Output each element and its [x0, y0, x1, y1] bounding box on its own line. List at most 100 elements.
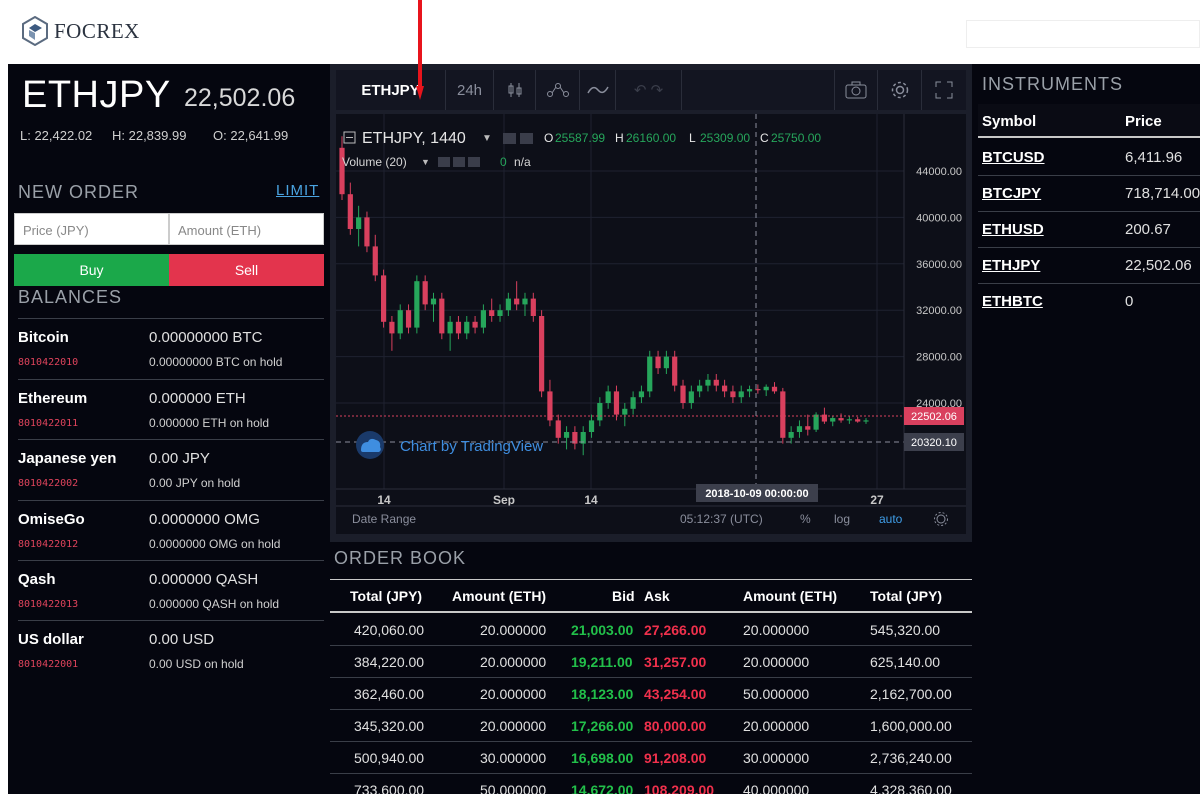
- ob-amount-bid: 50.000000: [480, 782, 547, 794]
- utc-clock: 05:12:37 (UTC): [680, 512, 763, 526]
- pair-title: ETHJPY: [22, 74, 171, 116]
- candle-body: [380, 275, 387, 322]
- legend-h-label: H: [615, 131, 624, 145]
- instrument-symbol[interactable]: ETHUSD: [982, 221, 1044, 238]
- instrument-row[interactable]: BTCJPY 718,714.00: [978, 176, 1200, 212]
- candles-icon[interactable]: [494, 70, 536, 110]
- order-book-row[interactable]: 420,060.00 20.000000 21,003.00 27,266.00 20.…: [330, 614, 972, 646]
- candle-body: [730, 391, 736, 398]
- brand-logo[interactable]: FOCREX: [22, 16, 140, 46]
- ob-ask-price: 91,208.00: [644, 750, 707, 766]
- volume-label[interactable]: Volume (20): [342, 155, 407, 169]
- balance-amount: 0.00000000 BTC: [149, 329, 263, 346]
- ob-amount-ask: 40.000000: [743, 782, 810, 794]
- order-book-row[interactable]: 733,600.00 50.000000 14,672.00 108,209.00 40…: [330, 774, 972, 794]
- candle-body: [539, 316, 545, 392]
- candle-body: [622, 408, 628, 415]
- candle-body: [455, 321, 462, 334]
- sell-button[interactable]: Sell: [169, 254, 324, 286]
- instrument-row[interactable]: BTCUSD 6,411.96: [978, 140, 1200, 176]
- candle: [439, 292, 445, 340]
- chart-canvas[interactable]: 44000.00 40000.00 36000.00 32000.00 28000.00…: [336, 114, 966, 534]
- indicators-icon[interactable]: [536, 70, 580, 110]
- symbol-selector[interactable]: ETHJPY: [336, 70, 446, 110]
- candle: [539, 310, 545, 398]
- instrument-row[interactable]: ETHJPY 22,502.06: [978, 248, 1200, 284]
- order-book-row[interactable]: 345,320.00 20.000000 17,266.00 80,000.00 20.…: [330, 710, 972, 742]
- candle-body: [780, 391, 786, 438]
- gear-icon[interactable]: [878, 70, 922, 110]
- ob-amount-bid: 20.000000: [480, 622, 547, 638]
- candle: [414, 275, 420, 334]
- legend-eye-icon[interactable]: [503, 133, 516, 144]
- instruments-panel: INSTRUMENTS Symbol Price BTCUSD 6,411.96…: [972, 64, 1200, 794]
- balance-name: Ethereum: [18, 390, 88, 407]
- order-book-row[interactable]: 362,460.00 20.000000 18,123.00 43,254.00 50.…: [330, 678, 972, 710]
- ob-total-bid: 384,220.00: [354, 654, 425, 670]
- watermark-text: Chart by TradingView: [400, 438, 543, 455]
- instrument-symbol[interactable]: BTCJPY: [982, 185, 1041, 202]
- chevron-down-icon[interactable]: ▼: [421, 157, 430, 167]
- candle-body: [605, 391, 611, 403]
- top-search-box[interactable]: [966, 20, 1200, 48]
- snapshot-icon[interactable]: [834, 70, 878, 110]
- annotation-arrow-icon: [416, 0, 424, 100]
- candlestick-chart[interactable]: 44000.00 40000.00 36000.00 32000.00 28000.00…: [336, 114, 966, 534]
- candle-body: [530, 298, 536, 316]
- candle-body: [372, 246, 378, 276]
- brand-name: FOCREX: [54, 18, 140, 43]
- balance-row: Bitcoin 8010422010 0.00000000 BTC 0.0000…: [18, 318, 324, 378]
- ob-ask-price: 31,257.00: [644, 654, 707, 670]
- legend-l-label: L: [689, 131, 696, 145]
- ob-total-bid: 733,600.00: [354, 782, 425, 794]
- candle-body: [655, 356, 661, 369]
- balance-hold: 0.00000000 BTC on hold: [149, 355, 283, 369]
- order-book-row[interactable]: 500,940.00 30.000000 16,698.00 91,208.00 30.…: [330, 742, 972, 774]
- fullscreen-icon[interactable]: [922, 70, 966, 110]
- date-range-button[interactable]: Date Range: [352, 512, 416, 526]
- amount-input[interactable]: Amount (ETH): [169, 213, 324, 245]
- chart-bg: [336, 114, 966, 534]
- candle-body: [472, 321, 478, 328]
- order-book-row[interactable]: 384,220.00 20.000000 19,211.00 31,257.00 20.…: [330, 646, 972, 678]
- ob-bid-price: 17,266.00: [571, 718, 634, 734]
- ob-amount-ask: 30.000000: [743, 750, 810, 766]
- log-toggle[interactable]: log: [834, 512, 850, 526]
- ob-amount-bid: 20.000000: [480, 654, 547, 670]
- legend-symbol[interactable]: ETHJPY, 1440: [362, 130, 466, 147]
- undo-redo-icons[interactable]: ↶ ↷: [616, 70, 682, 110]
- ob-total-bid: 362,460.00: [354, 686, 425, 702]
- chevron-down-icon[interactable]: ▼: [482, 133, 492, 144]
- instrument-row[interactable]: ETHUSD 200.67: [978, 212, 1200, 248]
- volume-eye-icon[interactable]: [438, 157, 450, 167]
- balance-hold: 0.000000 ETH on hold: [149, 416, 270, 430]
- buy-button[interactable]: Buy: [14, 254, 169, 286]
- logo-icon: [22, 16, 48, 46]
- ob-amount-ask: 20.000000: [743, 654, 810, 670]
- price-input[interactable]: Price (JPY): [14, 213, 169, 245]
- ob-total-ask: 2,736,240.00: [870, 750, 952, 766]
- candle: [380, 269, 387, 328]
- legend-close: 25750.00: [771, 131, 821, 145]
- auto-toggle[interactable]: auto: [879, 512, 903, 526]
- volume-close-icon[interactable]: [468, 157, 480, 167]
- candle-body: [647, 356, 653, 392]
- compare-icon[interactable]: [580, 70, 616, 110]
- instrument-symbol[interactable]: BTCUSD: [982, 149, 1045, 166]
- legend-settings-icon[interactable]: [520, 133, 533, 144]
- ob-col-total-bid: Total (JPY): [350, 588, 423, 604]
- percent-toggle[interactable]: %: [800, 512, 811, 526]
- balance-account-id: 8010422010: [18, 357, 79, 368]
- ob-total-bid: 420,060.00: [354, 622, 425, 638]
- interval-selector[interactable]: 24h: [446, 70, 494, 110]
- ob-total-ask: 625,140.00: [870, 654, 941, 670]
- balance-account-id: 8010422002: [18, 478, 79, 489]
- instrument-row[interactable]: ETHBTC 0: [978, 284, 1200, 320]
- instrument-symbol[interactable]: ETHBTC: [982, 293, 1043, 310]
- candle-body: [588, 420, 595, 432]
- instrument-symbol[interactable]: ETHJPY: [982, 257, 1040, 274]
- candle-body: [838, 418, 844, 421]
- candle-body: [414, 281, 420, 328]
- limit-link[interactable]: LIMIT: [276, 182, 319, 199]
- volume-settings-icon[interactable]: [453, 157, 465, 167]
